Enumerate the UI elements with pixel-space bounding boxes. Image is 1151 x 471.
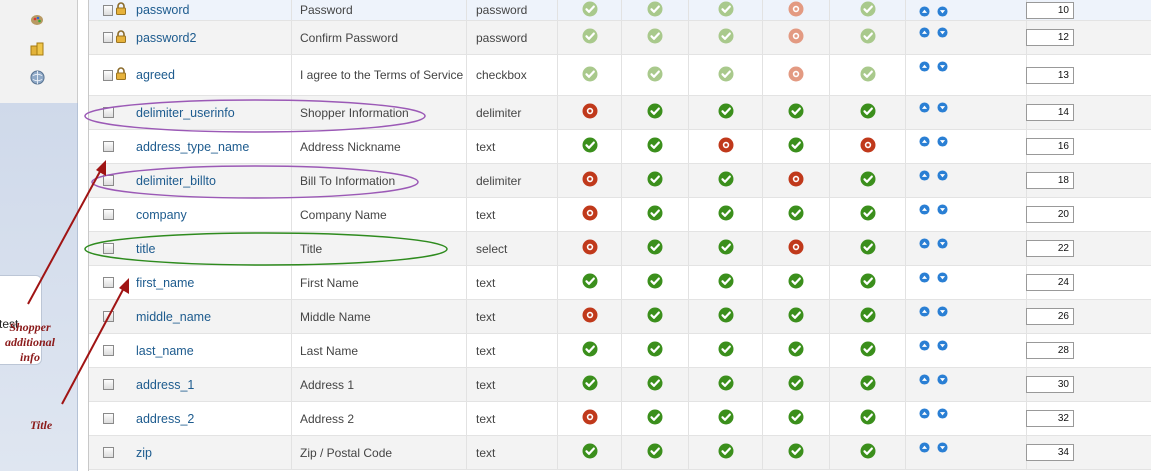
annotation-shopper-note: Shopper additional info [4, 320, 55, 364]
annotation-title-note: Title [30, 418, 53, 432]
highlight-ellipse-bill-to [91, 165, 419, 199]
annotation-arrow-title [61, 278, 129, 405]
annotation-overlay [27, 99, 448, 405]
annotation-arrow-shopper [27, 160, 106, 305]
highlight-ellipse-title [84, 232, 448, 266]
highlight-ellipse-shopper-info [84, 99, 426, 133]
